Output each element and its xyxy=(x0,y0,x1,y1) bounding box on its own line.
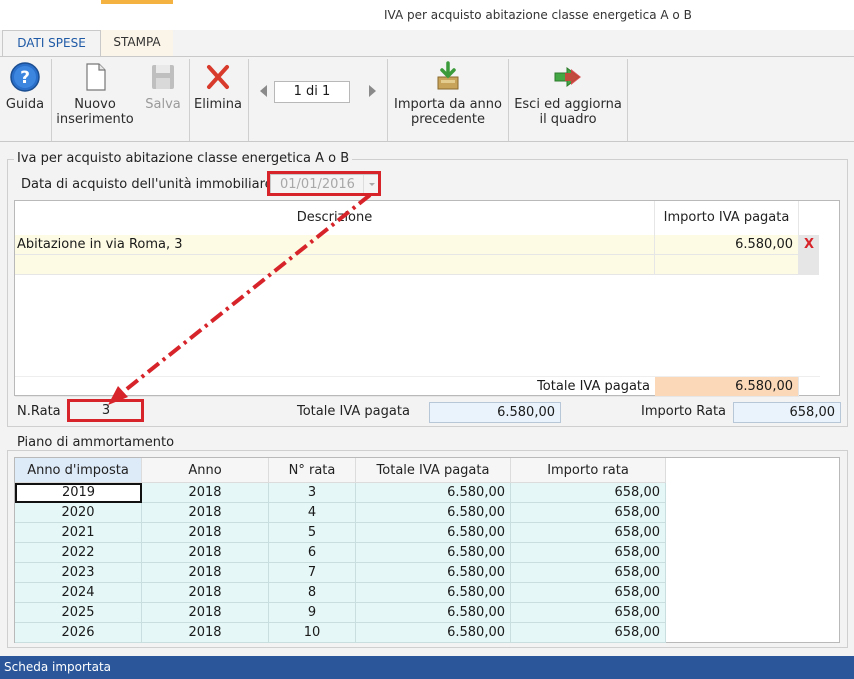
importo-rata-cell[interactable]: 658,00 xyxy=(511,563,666,583)
importo-rata-cell[interactable]: 658,00 xyxy=(511,623,666,643)
col-header-importo-rata: Importo rata xyxy=(511,458,666,483)
totale-iva-cell[interactable]: 6.580,00 xyxy=(356,483,511,503)
n-rata-cell[interactable]: 8 xyxy=(269,583,356,603)
importo-rata-cell[interactable]: 658,00 xyxy=(511,523,666,543)
anno-imposta-cell[interactable]: 2025 xyxy=(15,603,142,623)
anno-cell[interactable]: 2018 xyxy=(142,623,269,643)
anno-cell[interactable]: 2018 xyxy=(142,563,269,583)
col-header-anno-imposta: Anno d'imposta xyxy=(15,458,142,483)
piano-group-title: Piano di ammortamento xyxy=(14,435,178,450)
status-bar: Scheda importata xyxy=(0,656,854,679)
n-rata-cell[interactable]: 9 xyxy=(269,603,356,623)
totale-iva-cell[interactable]: 6.580,00 xyxy=(356,583,511,603)
anno-cell[interactable]: 2018 xyxy=(142,483,269,503)
table-row[interactable]: 2019 2018 3 6.580,00 658,00 xyxy=(15,483,666,503)
n-rata-cell[interactable]: 10 xyxy=(269,623,356,643)
n-rata-cell[interactable]: 6 xyxy=(269,543,356,563)
n-rata-cell[interactable]: 4 xyxy=(269,503,356,523)
col-header-totale-iva: Totale IVA pagata xyxy=(356,458,511,483)
anno-imposta-cell[interactable]: 2019 xyxy=(15,483,142,503)
totale-iva-cell[interactable]: 6.580,00 xyxy=(356,623,511,643)
totale-iva-cell[interactable]: 6.580,00 xyxy=(356,503,511,523)
col-header-n-rata: N° rata xyxy=(269,458,356,483)
table-row[interactable]: 2022 2018 6 6.580,00 658,00 xyxy=(15,543,666,563)
totale-iva-cell[interactable]: 6.580,00 xyxy=(356,523,511,543)
anno-cell[interactable]: 2018 xyxy=(142,583,269,603)
anno-imposta-cell[interactable]: 2022 xyxy=(15,543,142,563)
table-row[interactable]: 2026 2018 10 6.580,00 658,00 xyxy=(15,623,666,643)
table-row[interactable]: 2021 2018 5 6.580,00 658,00 xyxy=(15,523,666,543)
totale-iva-cell[interactable]: 6.580,00 xyxy=(356,603,511,623)
table-row[interactable]: 2024 2018 8 6.580,00 658,00 xyxy=(15,583,666,603)
col-header-anno: Anno xyxy=(142,458,269,483)
anno-imposta-cell[interactable]: 2021 xyxy=(15,523,142,543)
n-rata-cell[interactable]: 7 xyxy=(269,563,356,583)
anno-imposta-cell[interactable]: 2026 xyxy=(15,623,142,643)
table-row[interactable]: 2023 2018 7 6.580,00 658,00 xyxy=(15,563,666,583)
n-rata-cell[interactable]: 5 xyxy=(269,523,356,543)
table-row[interactable]: 2025 2018 9 6.580,00 658,00 xyxy=(15,603,666,623)
anno-imposta-cell[interactable]: 2024 xyxy=(15,583,142,603)
totale-iva-cell[interactable]: 6.580,00 xyxy=(356,543,511,563)
totale-iva-cell[interactable]: 6.580,00 xyxy=(356,563,511,583)
table-row[interactable]: 2020 2018 4 6.580,00 658,00 xyxy=(15,503,666,523)
importo-rata-cell[interactable]: 658,00 xyxy=(511,483,666,503)
anno-cell[interactable]: 2018 xyxy=(142,503,269,523)
importo-rata-cell[interactable]: 658,00 xyxy=(511,543,666,563)
anno-imposta-cell[interactable]: 2020 xyxy=(15,503,142,523)
piano-ammortamento-grid: Anno d'imposta Anno N° rata Totale IVA p… xyxy=(14,457,840,643)
anno-cell[interactable]: 2018 xyxy=(142,603,269,623)
n-rata-cell[interactable]: 3 xyxy=(269,483,356,503)
anno-imposta-cell[interactable]: 2023 xyxy=(15,563,142,583)
importo-rata-cell[interactable]: 658,00 xyxy=(511,503,666,523)
anno-cell[interactable]: 2018 xyxy=(142,523,269,543)
importo-rata-cell[interactable]: 658,00 xyxy=(511,583,666,603)
importo-rata-cell[interactable]: 658,00 xyxy=(511,603,666,623)
anno-cell[interactable]: 2018 xyxy=(142,543,269,563)
